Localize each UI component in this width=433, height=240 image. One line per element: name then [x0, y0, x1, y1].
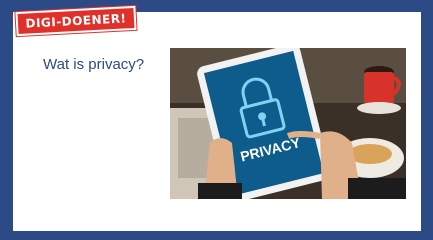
privacy-photo: PRIVACY	[170, 48, 406, 199]
slide-question: Wat is privacy?	[43, 56, 145, 73]
